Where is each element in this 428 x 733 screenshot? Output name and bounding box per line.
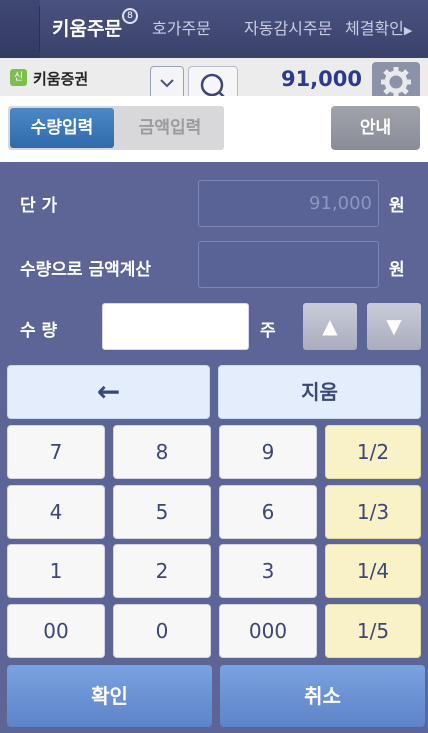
key-7[interactable]: 7 (7, 425, 105, 479)
unit-price-value: 91,000 (309, 193, 372, 214)
key-fifth[interactable]: 1/5 (325, 604, 421, 658)
input-mode-header: 수량입력 금액입력 안내 (0, 96, 428, 162)
tab-execution-check[interactable]: 체결확인▶ (345, 0, 412, 58)
key-000[interactable]: 000 (219, 604, 317, 658)
tab-more-arrow-icon: ▶ (403, 24, 413, 37)
chevron-shape (160, 79, 174, 88)
tab-badge-icon: 8 (122, 8, 138, 24)
backspace-arrow-icon[interactable]: ← (7, 365, 210, 419)
input-mode-segment: 수량입력 금액입력 (8, 106, 224, 150)
order-tab-bar: 키움주문 8 호가주문 자동감시주문 체결확인▶ (0, 0, 428, 58)
quantity-label: 수 량 (20, 321, 58, 341)
amount-calc-field[interactable] (198, 241, 379, 288)
unit-price-field[interactable]: 91,000 (198, 180, 379, 227)
tab-amount-input[interactable]: 금액입력 (118, 108, 222, 148)
guide-button[interactable]: 안내 (331, 106, 420, 150)
key-1[interactable]: 1 (7, 544, 105, 598)
key-4[interactable]: 4 (7, 485, 105, 539)
quantity-input[interactable] (102, 303, 249, 350)
current-price: 91,000 (280, 67, 362, 91)
key-6[interactable]: 6 (219, 485, 317, 539)
key-9[interactable]: 9 (219, 425, 317, 479)
account-strip: 신 키움증권 91,000 (0, 58, 428, 96)
credit-badge-icon: 신 (10, 69, 27, 86)
key-00[interactable]: 00 (7, 604, 105, 658)
tab-quote-order[interactable]: 호가주문 (152, 0, 211, 58)
menu-drawer-button[interactable] (0, 0, 40, 58)
cancel-button[interactable]: 취소 (220, 665, 425, 727)
amount-calc-label: 수량으로 금액계산 (20, 260, 152, 280)
confirm-button[interactable]: 확인 (7, 665, 212, 727)
gear-glyph (381, 67, 411, 96)
unit-price-label: 단 가 (20, 196, 58, 216)
key-5[interactable]: 5 (113, 485, 211, 539)
gear-icon[interactable] (372, 62, 420, 96)
key-half[interactable]: 1/2 (325, 425, 421, 479)
clear-button[interactable]: 지움 (218, 365, 421, 419)
chevron-down-icon[interactable] (150, 66, 184, 96)
search-icon[interactable] (188, 66, 238, 96)
search-glyph (200, 73, 225, 96)
key-2[interactable]: 2 (113, 544, 211, 598)
unit-price-unit: 원 (389, 196, 405, 216)
tab-quantity-input[interactable]: 수량입력 (10, 108, 114, 148)
key-8[interactable]: 8 (113, 425, 211, 479)
key-quarter[interactable]: 1/4 (325, 544, 421, 598)
triangle-up-icon[interactable]: ▲ (303, 303, 357, 350)
key-3[interactable]: 3 (219, 544, 317, 598)
stock-name[interactable]: 키움증권 (33, 68, 88, 89)
tab-execution-check-label: 체결확인 (345, 19, 404, 38)
tab-auto-watch-order[interactable]: 자동감시주문 (244, 0, 332, 58)
key-0[interactable]: 0 (113, 604, 211, 658)
amount-calc-unit: 원 (389, 260, 405, 280)
tab-kiwoom-order[interactable]: 키움주문 (52, 0, 122, 58)
quantity-unit: 주 (260, 321, 276, 341)
key-third[interactable]: 1/3 (325, 485, 421, 539)
triangle-down-icon[interactable]: ▼ (367, 303, 421, 350)
